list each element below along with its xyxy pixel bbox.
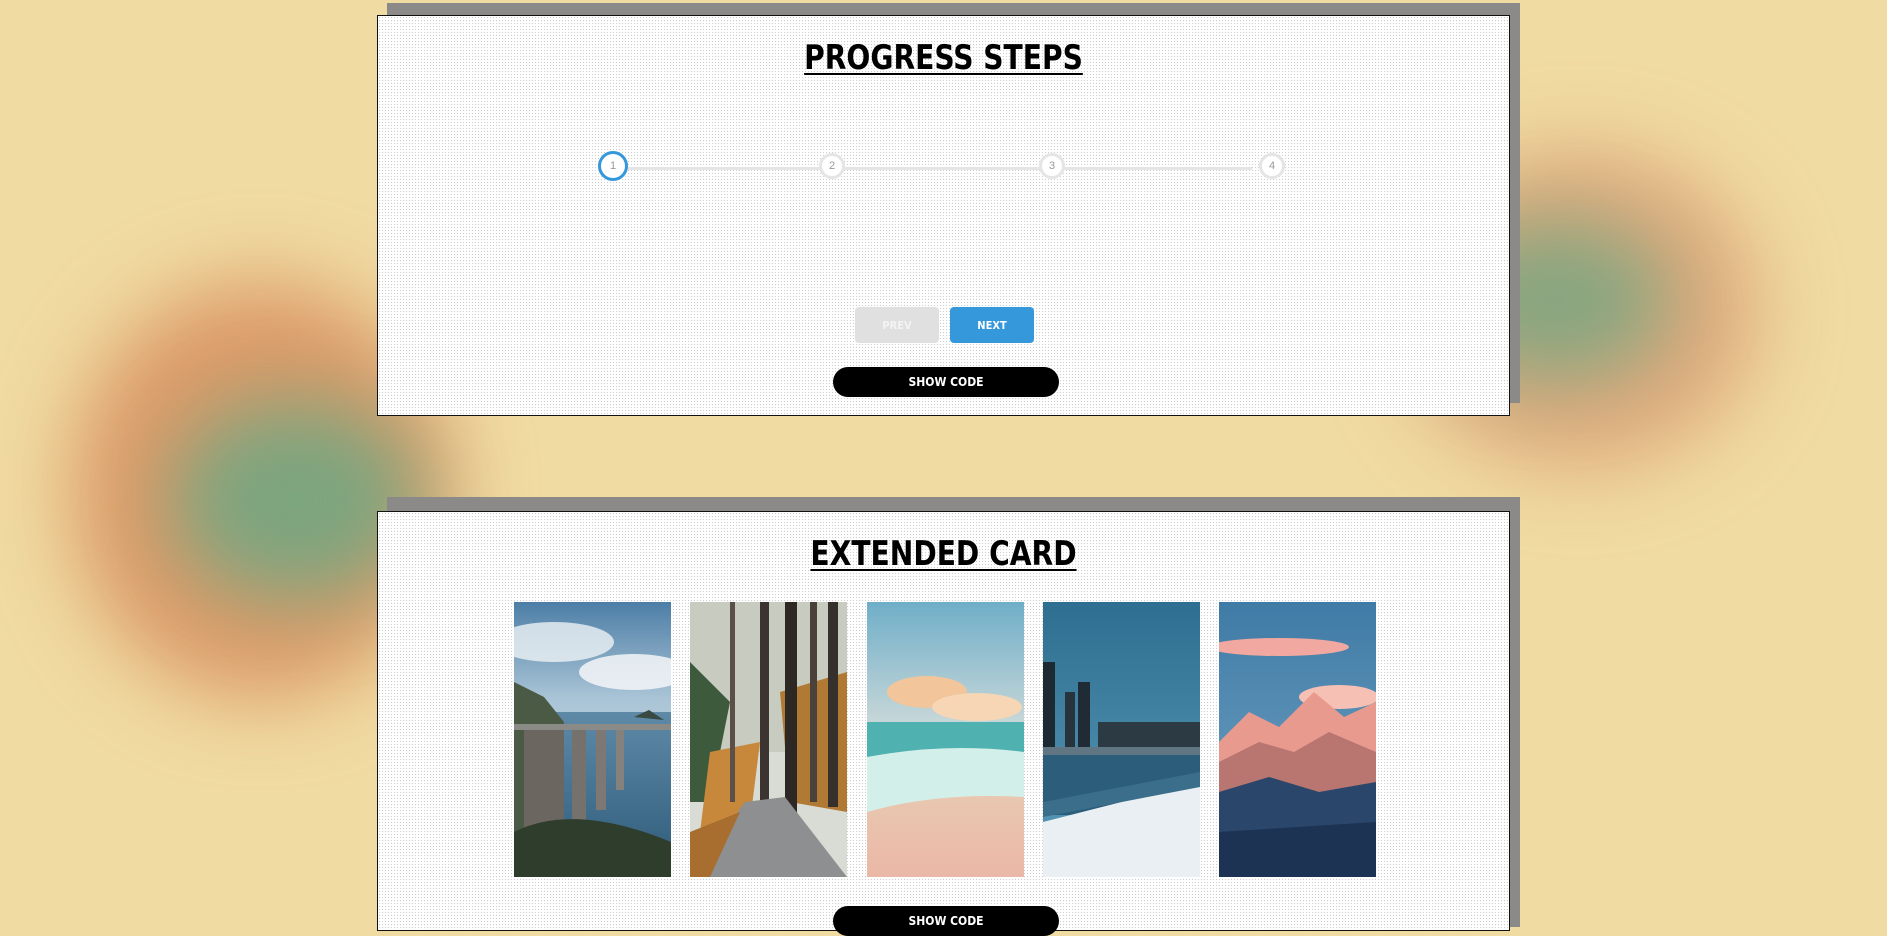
card-mountain-peaks[interactable] <box>1219 602 1376 877</box>
progress-track <box>620 167 1252 170</box>
coastal-bridge-image <box>514 602 671 877</box>
step-circle-1: 1 <box>598 151 628 181</box>
next-button[interactable]: Next <box>950 307 1034 343</box>
card-forest-path[interactable] <box>690 602 847 877</box>
forest-path-image <box>690 602 847 877</box>
card-coastal-bridge[interactable] <box>514 602 671 877</box>
prev-button[interactable]: Prev <box>855 307 939 343</box>
step-circle-3: 3 <box>1039 153 1065 179</box>
step-circle-2: 2 <box>819 153 845 179</box>
progress-steps: 1 2 3 4 <box>598 151 1285 183</box>
card-city-waterfront[interactable] <box>1043 602 1200 877</box>
panel-title: Progress Steps <box>804 38 1083 78</box>
extended-card-panel: Extended Card <box>377 511 1510 936</box>
show-code-button[interactable]: Show Code <box>833 367 1059 397</box>
beach-sunset-image <box>867 602 1024 877</box>
show-code-button[interactable]: Show Code <box>833 906 1059 936</box>
progress-steps-panel: Progress Steps 1 2 3 4 Prev Next Show Co… <box>377 15 1510 416</box>
card-beach-sunset[interactable] <box>867 602 1024 877</box>
city-waterfront-image <box>1043 602 1200 877</box>
step-circle-4: 4 <box>1259 153 1285 179</box>
panel-title: Extended Card <box>810 534 1077 574</box>
mountain-peaks-image <box>1219 602 1376 877</box>
